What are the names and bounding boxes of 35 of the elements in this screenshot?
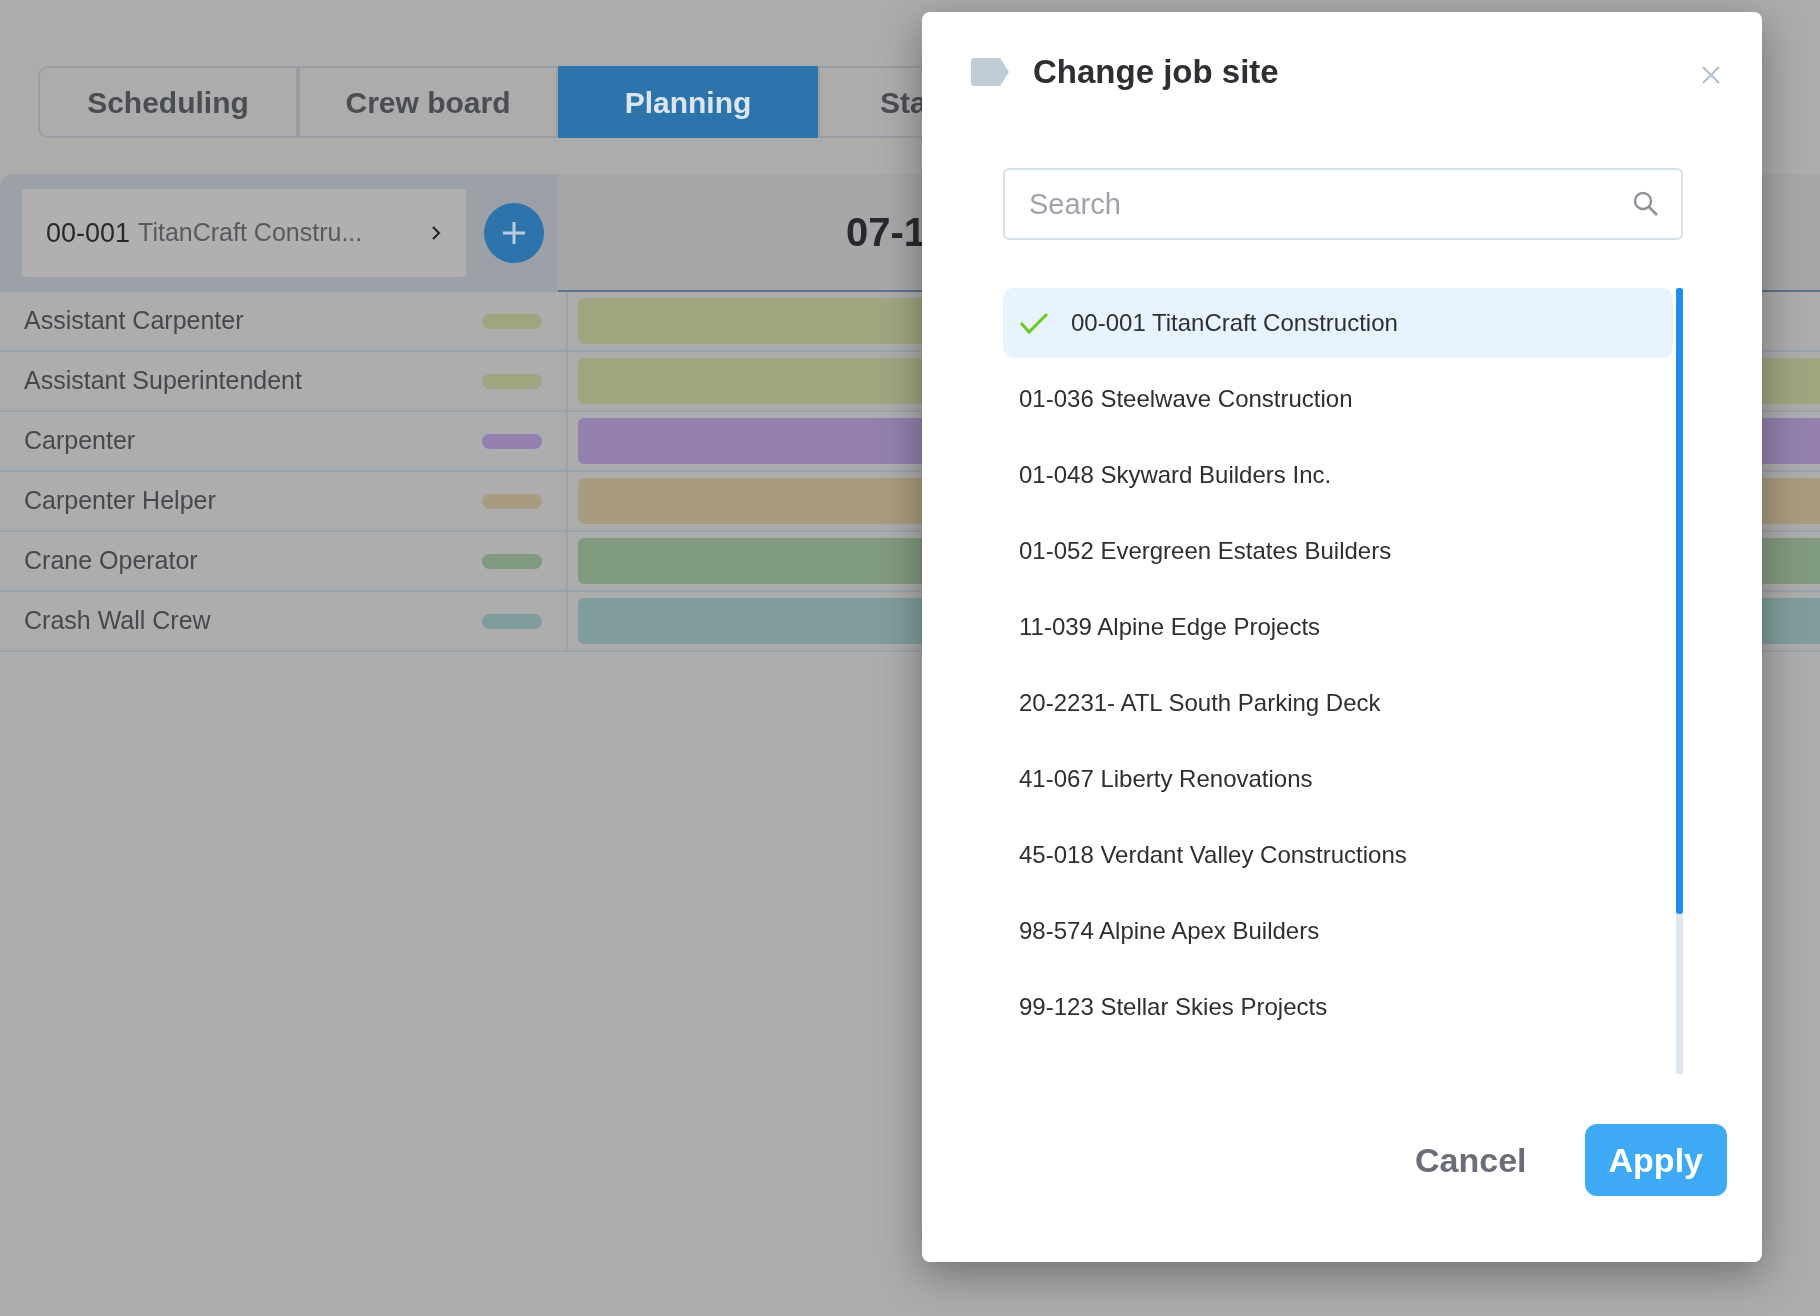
tab[interactable]: Planning [558, 66, 818, 138]
job-site-option[interactable]: 01-052 Evergreen Estates Builders [1003, 516, 1673, 586]
row-label: Carpenter Helper [24, 485, 216, 517]
job-code: 00-001 [46, 216, 131, 250]
job-site-option[interactable]: 41-067 Liberty Renovations [1003, 744, 1673, 814]
scrollbar[interactable] [1676, 288, 1683, 1074]
row-label: Carpenter [24, 425, 136, 457]
dialog-title: Change job site [1033, 52, 1279, 93]
row-label: Crane Operator [24, 545, 198, 577]
job-name: TitanCraft Constru... [138, 217, 363, 249]
row-label: Crash Wall Crew [24, 605, 211, 637]
row-label: Assistant Carpenter [24, 305, 244, 337]
job-site-option[interactable]: 99-123 Stellar Skies Projects [1003, 972, 1673, 1042]
date-header: 07-1 [846, 209, 927, 256]
job-selector[interactable]: 00-001 TitanCraft Constru... [22, 189, 466, 277]
search-field[interactable]: Search [1003, 168, 1683, 240]
cancel-button[interactable]: Cancel [1391, 1124, 1551, 1196]
scrollbar-thumb[interactable] [1676, 288, 1683, 914]
chevron-right-icon [430, 224, 442, 242]
tab[interactable]: Scheduling [38, 66, 298, 138]
tag-icon [971, 58, 1011, 86]
job-site-option[interactable]: 98-574 Alpine Apex Builders [1003, 896, 1673, 966]
job-site-option[interactable]: 11-039 Alpine Edge Projects [1003, 592, 1673, 662]
row-label: Assistant Superintendent [24, 365, 302, 397]
job-site-option[interactable]: 20-2231- ATL South Parking Deck [1003, 668, 1673, 738]
job-site-option[interactable]: 01-048 Skyward Builders Inc. [1003, 440, 1673, 510]
job-site-option[interactable]: 00-001 TitanCraft Construction [1003, 288, 1673, 358]
plus-icon [500, 219, 528, 247]
tab[interactable]: Crew board [298, 66, 558, 138]
checkmark-icon [1019, 311, 1049, 335]
job-site-option[interactable]: 01-036 Steelwave Construction [1003, 364, 1673, 434]
job-site-option[interactable]: 45-018 Verdant Valley Constructions [1003, 820, 1673, 890]
close-icon [1701, 65, 1721, 85]
search-icon [1633, 191, 1659, 217]
add-button[interactable] [484, 203, 544, 263]
